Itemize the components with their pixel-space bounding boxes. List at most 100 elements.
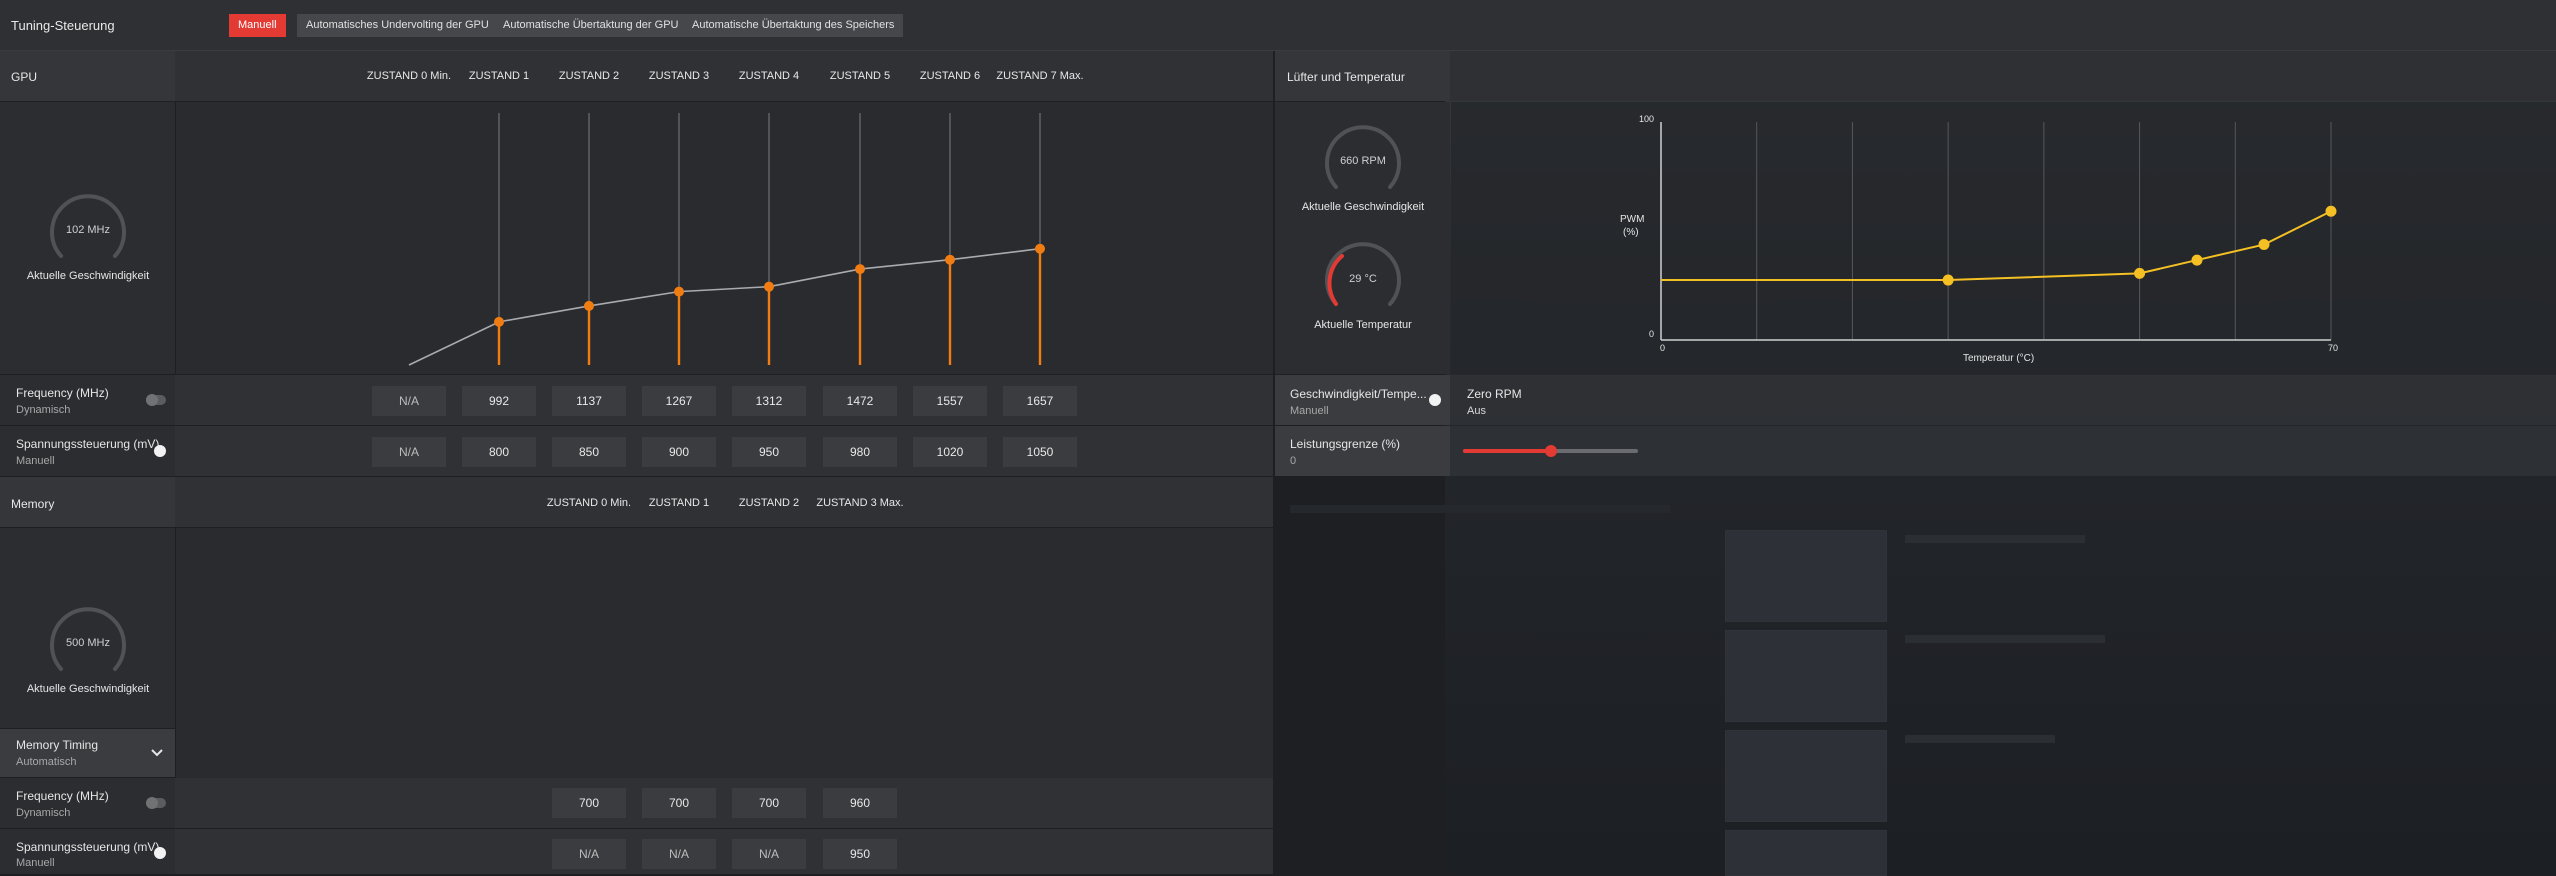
gpu-frequency-toggle[interactable] bbox=[146, 394, 166, 406]
memory-timing-mode: Automatisch bbox=[16, 756, 77, 768]
gpu-voltage-mode: Manuell bbox=[16, 455, 55, 467]
gpu-frequency-input[interactable]: 1137 bbox=[552, 386, 626, 416]
gpu-frequency-input[interactable]: 1472 bbox=[823, 386, 897, 416]
temperature-value: 29 °C bbox=[1349, 273, 1377, 285]
fan-speed-caption: Aktuelle Geschwindigkeit bbox=[1301, 201, 1425, 213]
gpu-frequency-row bbox=[0, 375, 1273, 425]
memory-frequency-input[interactable]: 700 bbox=[642, 788, 716, 818]
memory-frequency-input[interactable]: 960 bbox=[823, 788, 897, 818]
fan-chart-xmax: 70 bbox=[2328, 343, 2339, 353]
fan-chart-xmin: 0 bbox=[1660, 343, 1666, 353]
gpu-voltage-input[interactable]: 1020 bbox=[913, 437, 987, 467]
fan-curve-point bbox=[2325, 205, 2337, 217]
power-limit-value: 0 bbox=[1290, 455, 1297, 467]
gpu-voltage-input[interactable]: 980 bbox=[823, 437, 897, 467]
gpu-voltage-input: N/A bbox=[372, 437, 446, 467]
fan-curve-point bbox=[1942, 274, 1954, 286]
background-text bbox=[1290, 505, 1670, 513]
fan-speed-value: 660 RPM bbox=[1340, 155, 1386, 167]
background-thumbnail bbox=[1725, 830, 1887, 876]
gpu-clock-curve bbox=[408, 247, 1041, 366]
power-limit-side bbox=[1275, 426, 1450, 476]
memory-voltage-row bbox=[0, 829, 1273, 874]
fan-chart-ylabel: PWM bbox=[1620, 214, 1645, 225]
gpu-voltage-input[interactable]: 950 bbox=[732, 437, 806, 467]
memory-state-label: ZUSTAND 1 bbox=[648, 497, 710, 509]
fan-chart-xlabel: Temperatur (°C) bbox=[1963, 353, 2035, 364]
fan-chart-ylabel-unit: (%) bbox=[1623, 227, 1639, 238]
memory-frequency-label: Frequency (MHz) bbox=[16, 789, 109, 803]
gpu-voltage-input[interactable]: 1050 bbox=[1003, 437, 1077, 467]
memory-voltage-toggle[interactable] bbox=[154, 847, 166, 859]
speed-temp-toggle[interactable] bbox=[1429, 394, 1441, 406]
gpu-voltage-row bbox=[0, 426, 1273, 476]
memory-state-label: ZUSTAND 0 Min. bbox=[546, 497, 632, 509]
gpu-frequency-label: Frequency (MHz) bbox=[16, 386, 109, 400]
gpu-state-point bbox=[584, 300, 594, 311]
gpu-speed-caption: Aktuelle Geschwindigkeit bbox=[26, 270, 150, 282]
fan-chart-ymin: 0 bbox=[1649, 329, 1655, 339]
gpu-frequency-input[interactable]: 1267 bbox=[642, 386, 716, 416]
background-text bbox=[1905, 635, 2105, 643]
gpu-voltage-label: Spannungssteuerung (mV) bbox=[16, 437, 160, 451]
fan-curve-point bbox=[2134, 267, 2146, 279]
gpu-state-point bbox=[855, 264, 865, 275]
zero-rpm-value[interactable]: Aus bbox=[1467, 405, 1486, 417]
memory-voltage-input[interactable]: 950 bbox=[823, 839, 897, 869]
fan-curve-chart bbox=[1660, 122, 2337, 341]
background-text bbox=[1905, 735, 2055, 743]
memory-voltage-input: N/A bbox=[732, 839, 806, 869]
memory-speed-value: 500 MHz bbox=[65, 637, 111, 649]
fan-chart-ymax: 100 bbox=[1639, 114, 1655, 124]
memory-frequency-input[interactable]: 700 bbox=[732, 788, 806, 818]
memory-state-label: ZUSTAND 2 bbox=[738, 497, 800, 509]
memory-speed-caption: Aktuelle Geschwindigkeit bbox=[26, 683, 150, 695]
gpu-frequency-input[interactable]: 1312 bbox=[732, 386, 806, 416]
temperature-caption: Aktuelle Temperatur bbox=[1314, 319, 1412, 331]
fan-curve-line bbox=[1661, 210, 2332, 282]
fan-curve-point bbox=[2258, 239, 2270, 251]
chevron-down-icon bbox=[151, 749, 163, 757]
gpu-speed-value: 102 MHz bbox=[65, 224, 111, 236]
gpu-voltage-side bbox=[0, 426, 175, 476]
gpu-state-point bbox=[945, 254, 955, 265]
memory-voltage-mode: Manuell bbox=[16, 857, 55, 869]
power-limit-label: Leistungsgrenze (%) bbox=[1290, 437, 1401, 451]
power-limit-slider-thumb[interactable] bbox=[1544, 445, 1557, 457]
gpu-state-point bbox=[1035, 243, 1045, 254]
memory-frequency-toggle[interactable] bbox=[146, 797, 166, 809]
memory-frequency-row bbox=[0, 778, 1273, 828]
memory-voltage-input: N/A bbox=[642, 839, 716, 869]
memory-voltage-label: Spannungssteuerung (mV) bbox=[16, 840, 160, 854]
background-text bbox=[1905, 535, 2085, 543]
background-thumbnail bbox=[1725, 630, 1887, 722]
memory-frequency-mode: Dynamisch bbox=[16, 807, 71, 819]
speed-temp-label: Geschwindigkeit/Tempe... bbox=[1290, 387, 1427, 401]
gpu-frequency-input: N/A bbox=[372, 386, 446, 416]
gpu-state-point bbox=[764, 281, 774, 292]
gpu-frequency-input[interactable]: 992 bbox=[462, 386, 536, 416]
gpu-state-point bbox=[494, 316, 504, 327]
gpu-voltage-input[interactable]: 900 bbox=[642, 437, 716, 467]
background-thumbnail bbox=[1725, 730, 1887, 822]
memory-timing-dropdown[interactable]: Memory Timing Automatisch bbox=[0, 729, 175, 777]
fan-curve-point bbox=[2191, 254, 2203, 266]
fan-title: Lüfter und Temperatur bbox=[1287, 70, 1405, 84]
zero-rpm-label: Zero RPM bbox=[1467, 387, 1522, 401]
memory-chart-panel bbox=[176, 528, 1273, 778]
gpu-frequency-input[interactable]: 1557 bbox=[913, 386, 987, 416]
fan-header bbox=[1275, 51, 2556, 101]
memory-state-label: ZUSTAND 3 Max. bbox=[816, 497, 904, 509]
memory-timing-label: Memory Timing bbox=[16, 738, 99, 752]
memory-frequency-input[interactable]: 700 bbox=[552, 788, 626, 818]
memory-title: Memory bbox=[11, 497, 55, 511]
gpu-voltage-toggle[interactable] bbox=[154, 445, 166, 457]
speed-temp-mode: Manuell bbox=[1290, 405, 1329, 417]
background-thumbnail bbox=[1725, 530, 1887, 622]
gpu-voltage-input[interactable]: 800 bbox=[462, 437, 536, 467]
gpu-frequency-input[interactable]: 1657 bbox=[1003, 386, 1077, 416]
memory-header bbox=[0, 477, 1273, 527]
gpu-frequency-mode: Dynamisch bbox=[16, 404, 71, 416]
gpu-voltage-input[interactable]: 850 bbox=[552, 437, 626, 467]
gpu-state-point bbox=[674, 286, 684, 297]
